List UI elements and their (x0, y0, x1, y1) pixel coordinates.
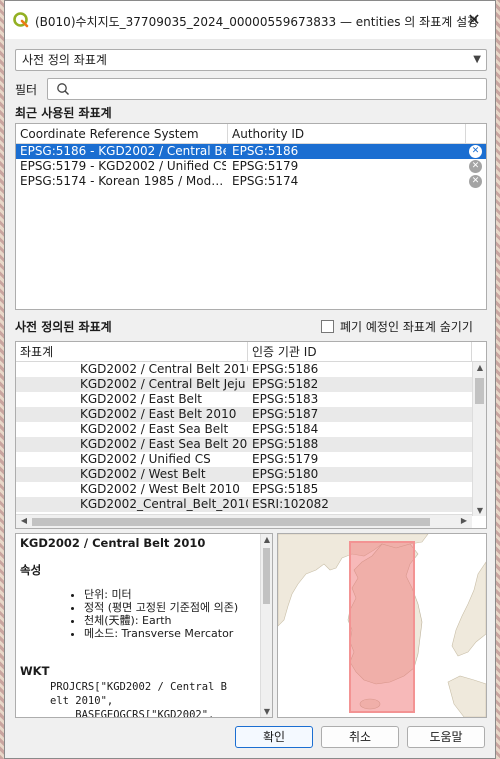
recent-crs-table: Coordinate Reference System Authority ID… (15, 123, 487, 310)
help-button[interactable]: 도움말 (407, 726, 485, 748)
window-title: (B010)수치지도_37709035_2024_00000559673833 … (35, 15, 479, 29)
scroll-left-icon[interactable]: ◀ (17, 516, 31, 525)
predefined-row-name: KGD2002 / West Belt (80, 467, 206, 481)
qgis-logo-icon (13, 12, 29, 28)
scrollbar-thumb[interactable] (32, 518, 430, 526)
recent-row[interactable]: EPSG:5186 - KGD2002 / Central Belt 2010 … (16, 144, 486, 159)
scroll-up-icon[interactable]: ▲ (261, 535, 272, 544)
predefined-row-name: KGD2002 / West Belt 2010 (80, 482, 240, 496)
hide-deprecated-checkbox[interactable] (321, 320, 334, 333)
cancel-button[interactable]: 취소 (321, 726, 399, 748)
predefined-row[interactable]: KGD2002 / West Belt EPSG:5180 (16, 467, 472, 482)
predefined-row-name: KGD2002 / East Sea Belt 2010 (80, 437, 248, 451)
column-header-authority-id[interactable]: 인증 기관 ID (248, 342, 472, 362)
predefined-row[interactable]: KGD2002 / West Belt 2010 EPSG:5185 (16, 482, 472, 497)
remove-icon[interactable]: ✕ (469, 160, 482, 173)
filter-label: 필터 (15, 83, 38, 97)
predefined-row-name: KGD2002_Central_Belt_2010 (80, 497, 248, 511)
scroll-down-icon[interactable]: ▼ (473, 506, 486, 515)
predefined-row-name: KGD2002 / Central Belt 2010 (80, 362, 248, 376)
predefined-row-id: EPSG:5183 (252, 392, 319, 406)
recent-row-name: EPSG:5174 - Korean 1985 / Modified Centr… (20, 174, 226, 188)
property-item: 정적 (평면 고정된 기준점에 의존) (84, 601, 254, 614)
predefined-table-header: 좌표계 인증 기관 ID (16, 342, 486, 362)
predefined-row-id: EPSG:5182 (252, 377, 319, 391)
predefined-row-id: EPSG:5184 (252, 422, 319, 436)
recent-row[interactable]: EPSG:5179 - KGD2002 / Unified CS EPSG:51… (16, 159, 486, 174)
recent-table-header: Coordinate Reference System Authority ID (16, 124, 486, 144)
predefined-row-id: EPSG:5185 (252, 482, 319, 496)
wkt-heading: WKT (20, 664, 50, 678)
remove-icon[interactable]: ✕ (469, 145, 482, 158)
crs-dialog: (B010)수치지도_37709035_2024_00000559673833 … (4, 0, 496, 759)
crs-description-panel: KGD2002 / Central Belt 2010 속성 단위: 미터 정적… (15, 533, 273, 718)
column-header-authority-id[interactable]: Authority ID (228, 124, 466, 144)
predefined-row[interactable]: KGD2002 / Central Belt Jeju EPSG:5182 (16, 377, 472, 392)
recent-row[interactable]: EPSG:5174 - Korean 1985 / Modified Centr… (16, 174, 486, 189)
predefined-row[interactable]: KGD2002 / East Sea Belt EPSG:5184 (16, 422, 472, 437)
recent-crs-heading: 최근 사용된 좌표계 (15, 106, 112, 120)
predefined-crs-heading: 사전 정의된 좌표계 (15, 320, 112, 334)
predefined-row-id: ESRI:102082 (252, 497, 329, 511)
ok-button[interactable]: 확인 (235, 726, 313, 748)
wkt-text: PROJCRS["KGD2002 / Central B elt 2010", … (50, 680, 228, 718)
column-header-crs[interactable]: Coordinate Reference System (16, 124, 228, 144)
remove-icon[interactable]: ✕ (469, 175, 482, 188)
predefined-row-name: KGD2002 / East Belt 2010 (80, 407, 237, 421)
crs-extent-map (277, 533, 487, 718)
property-item: 천체(天體): Earth (84, 614, 254, 627)
scroll-right-icon[interactable]: ▶ (457, 516, 471, 525)
scroll-down-icon[interactable]: ▼ (261, 707, 272, 716)
column-header-crs[interactable]: 좌표계 (16, 342, 248, 362)
property-item: 메소드: Transverse Mercator (84, 627, 254, 640)
predefined-row-name: KGD2002 / Unified CS (80, 452, 211, 466)
predefined-row-id: EPSG:5179 (252, 452, 319, 466)
vertical-scrollbar[interactable]: ▲ ▼ (472, 362, 486, 516)
predefined-row-id: EPSG:5188 (252, 437, 319, 451)
hide-deprecated-toggle[interactable]: 폐기 예정인 좌표계 숨기기 (321, 318, 473, 335)
scrollbar-thumb[interactable] (263, 548, 270, 604)
scrollbar-thumb[interactable] (475, 378, 484, 404)
properties-heading: 속성 (20, 563, 42, 577)
description-scrollbar[interactable]: ▲ ▼ (260, 534, 272, 717)
close-icon[interactable]: ✕ (463, 9, 485, 31)
scroll-up-icon[interactable]: ▲ (473, 363, 486, 372)
properties-list: 단위: 미터 정적 (평면 고정된 기준점에 의존) 천체(天體): Earth… (74, 588, 254, 640)
recent-row-id: EPSG:5186 (232, 144, 299, 158)
filter-input[interactable] (47, 78, 487, 100)
predefined-row-name: KGD2002 / Central Belt Jeju (80, 377, 246, 391)
horizontal-scrollbar[interactable]: ◀ ▶ (16, 514, 472, 528)
predefined-row-name: KGD2002 / East Sea Belt (80, 422, 229, 436)
chevron-down-icon: ▼ (473, 54, 481, 65)
predefined-row-name: KGD2002 / East Belt (80, 392, 202, 406)
predefined-row[interactable]: KGD2002 / East Sea Belt 2010 EPSG:5188 (16, 437, 472, 452)
crs-extent-box (349, 541, 415, 713)
predefined-row[interactable]: KGD2002 / Unified CS EPSG:5179 (16, 452, 472, 467)
recent-row-name: EPSG:5179 - KGD2002 / Unified CS (20, 159, 226, 173)
wkt-line: BASEGEOGCRS["KGD2002", (50, 709, 215, 718)
search-icon (57, 83, 69, 95)
predefined-crs-table: 좌표계 인증 기관 ID KGD2002 / Central Belt 2010… (15, 341, 487, 529)
crs-mode-select[interactable]: 사전 정의 좌표계 ▼ (15, 49, 487, 71)
wkt-line: elt 2010", (50, 695, 114, 707)
crs-description-title: KGD2002 / Central Belt 2010 (20, 536, 206, 550)
property-item: 단위: 미터 (84, 588, 254, 601)
predefined-row-id: EPSG:5180 (252, 467, 319, 481)
predefined-row[interactable]: KGD2002 / East Belt 2010 EPSG:5187 (16, 407, 472, 422)
wkt-line: PROJCRS["KGD2002 / Central B (50, 681, 228, 693)
recent-row-name: EPSG:5186 - KGD2002 / Central Belt 2010 (20, 144, 226, 158)
title-bar: (B010)수치지도_37709035_2024_00000559673833 … (5, 1, 495, 39)
extent-map-canvas (278, 534, 486, 717)
predefined-row-id: EPSG:5186 (252, 362, 319, 376)
recent-row-id: EPSG:5174 (232, 174, 299, 188)
predefined-row[interactable]: KGD2002_Central_Belt_2010 ESRI:102082 (16, 497, 472, 512)
recent-row-id: EPSG:5179 (232, 159, 299, 173)
predefined-row[interactable]: KGD2002 / Central Belt 2010 EPSG:5186 (16, 362, 472, 377)
crs-mode-value: 사전 정의 좌표계 (22, 53, 107, 67)
hide-deprecated-label: 폐기 예정인 좌표계 숨기기 (340, 320, 473, 334)
predefined-row-id: EPSG:5187 (252, 407, 319, 421)
predefined-row[interactable]: KGD2002 / East Belt EPSG:5183 (16, 392, 472, 407)
